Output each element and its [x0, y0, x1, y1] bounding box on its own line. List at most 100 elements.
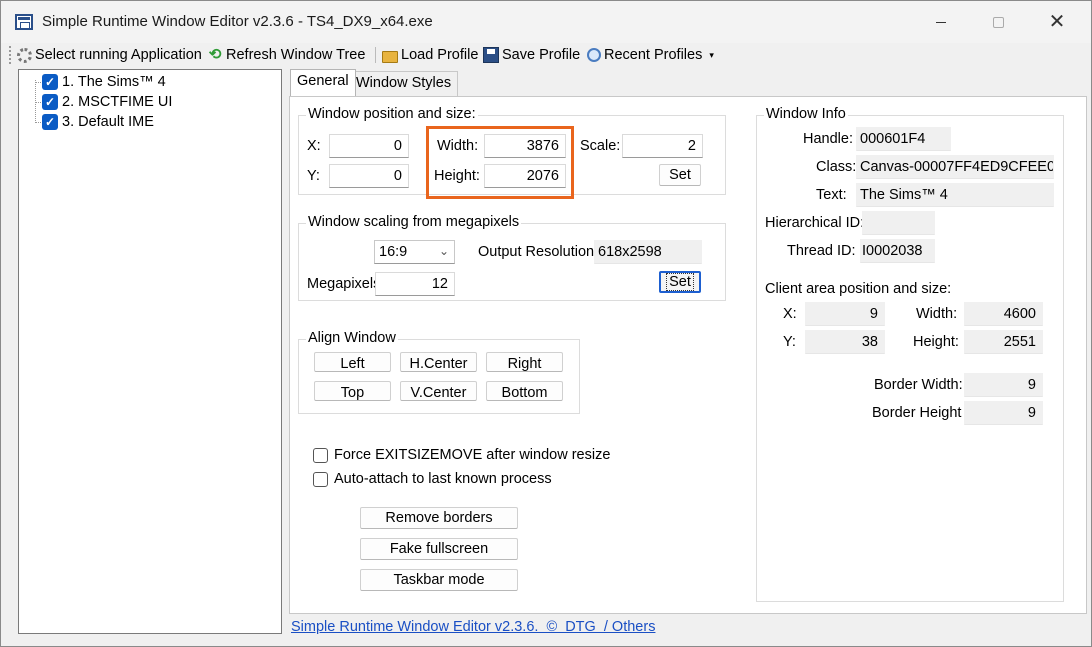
- tree-item-sims4[interactable]: ✓ 1. The Sims™ 4: [42, 72, 166, 92]
- toolbar: Select running Application ⟲ Refresh Win…: [1, 43, 1091, 67]
- fake-fullscreen-button[interactable]: Fake fullscreen: [360, 538, 518, 560]
- window-title: Simple Runtime Window Editor v2.3.6 - TS…: [42, 13, 433, 30]
- load-profile-label: Load Profile: [401, 47, 479, 63]
- scaling-set-label: Set: [666, 273, 694, 291]
- force-exitsizemove-checkbox[interactable]: Force EXITSIZEMOVE after window resize: [313, 447, 610, 463]
- dropdown-caret-icon: ▾: [709, 49, 714, 60]
- class-label: Class:: [816, 159, 857, 175]
- hierarchical-id-label: Hierarchical ID:: [765, 215, 865, 231]
- align-right-button[interactable]: Right: [486, 352, 563, 372]
- taskbar-mode-button[interactable]: Taskbar mode: [360, 569, 518, 591]
- align-hcenter-button[interactable]: H.Center: [400, 352, 477, 372]
- hierarchical-id-value: [862, 211, 935, 235]
- group-title: Window scaling from megapixels: [306, 214, 522, 230]
- window-tree[interactable]: ✓ 1. The Sims™ 4 ✓ 2. MSCTFIME UI ✓ 3. D…: [18, 69, 282, 634]
- client-width-label: Width:: [916, 306, 958, 322]
- app-window: Simple Runtime Window Editor v2.3.6 - TS…: [0, 0, 1092, 647]
- x-input[interactable]: 0: [329, 134, 409, 158]
- align-left-button[interactable]: Left: [314, 352, 391, 372]
- scaling-set-button[interactable]: Set: [659, 271, 701, 293]
- checkbox-checked-icon[interactable]: ✓: [42, 94, 58, 110]
- text-label: Text:: [816, 187, 847, 203]
- scale-label: Scale:: [580, 138, 621, 154]
- load-profile-button[interactable]: Load Profile: [382, 45, 478, 65]
- app-icon: [15, 14, 33, 30]
- group-title: Align Window: [306, 330, 398, 346]
- refresh-icon: ⟲: [208, 46, 222, 63]
- select-application-button[interactable]: Select running Application: [17, 45, 202, 65]
- auto-attach-checkbox[interactable]: Auto-attach to last known process: [313, 471, 552, 487]
- client-x-label: X:: [783, 306, 797, 322]
- checkbox-unchecked-icon[interactable]: [313, 447, 328, 463]
- align-window-group: Align Window: [298, 330, 580, 414]
- close-icon: ✕: [1048, 11, 1066, 33]
- align-vcenter-button[interactable]: V.Center: [400, 381, 477, 401]
- recent-profiles-label: Recent Profiles: [604, 47, 703, 63]
- close-button[interactable]: ✕: [1027, 1, 1087, 43]
- checkbox-checked-icon[interactable]: ✓: [42, 114, 58, 130]
- title-bar[interactable]: Simple Runtime Window Editor v2.3.6 - TS…: [1, 1, 1091, 43]
- highlight-box: [426, 126, 574, 199]
- tree-item-label: 2. MSCTFIME UI: [62, 94, 173, 110]
- client-y-value: 38: [805, 330, 885, 354]
- footer-link[interactable]: Simple Runtime Window Editor v2.3.6. © D…: [291, 619, 655, 635]
- maximize-button[interactable]: [968, 1, 1028, 43]
- output-resolution-label: Output Resolution:: [478, 244, 599, 260]
- border-width-value: 9: [964, 373, 1043, 397]
- text-value: The Sims™ 4: [856, 183, 1054, 207]
- handle-value: 000601F4: [856, 127, 951, 151]
- thread-id-value: I0002038: [860, 239, 935, 263]
- megapixels-input[interactable]: 12: [375, 272, 455, 296]
- client-y-label: Y:: [783, 334, 796, 350]
- floppy-save-icon: [483, 47, 499, 63]
- toolbar-separator: [375, 47, 376, 63]
- maximize-icon: [992, 16, 1004, 28]
- x-label: X:: [307, 138, 321, 154]
- save-profile-label: Save Profile: [502, 47, 581, 63]
- align-bottom-button[interactable]: Bottom: [486, 381, 563, 401]
- aspect-ratio-value: 16:9: [379, 244, 408, 260]
- tree-item-default-ime[interactable]: ✓ 3. Default IME: [42, 112, 154, 132]
- client-x-value: 9: [805, 302, 885, 326]
- minimize-icon: [936, 21, 946, 23]
- border-height-label: Border Height: [872, 405, 962, 421]
- gear-icon: [17, 47, 32, 63]
- border-width-label: Border Width:: [874, 377, 963, 393]
- client-width-value: 4600: [964, 302, 1043, 326]
- tab-general[interactable]: General: [290, 69, 356, 96]
- align-top-button[interactable]: Top: [314, 381, 391, 401]
- y-label: Y:: [307, 168, 320, 184]
- output-resolution-value: 618x2598: [594, 240, 702, 264]
- recent-profiles-dropdown[interactable]: Recent Profiles ▾: [587, 45, 714, 65]
- tree-item-msctfime[interactable]: ✓ 2. MSCTFIME UI: [42, 92, 172, 112]
- client-height-label: Height:: [913, 334, 959, 350]
- chevron-down-icon: ⌄: [438, 244, 449, 258]
- folder-open-icon: [382, 50, 398, 63]
- refresh-tree-button[interactable]: ⟲ Refresh Window Tree: [207, 45, 366, 65]
- position-set-button[interactable]: Set: [659, 164, 701, 186]
- border-height-value: 9: [964, 401, 1043, 425]
- group-title: Window position and size:: [306, 106, 478, 122]
- megapixels-label: Megapixels: [307, 276, 375, 292]
- remove-borders-button[interactable]: Remove borders: [360, 507, 518, 529]
- scale-input[interactable]: 2: [622, 134, 703, 158]
- recent-icon: [587, 48, 601, 62]
- client-height-value: 2551: [964, 330, 1043, 354]
- refresh-tree-label: Refresh Window Tree: [226, 47, 366, 63]
- force-exitsizemove-label: Force EXITSIZEMOVE after window resize: [334, 447, 611, 463]
- group-title: Window Info: [764, 106, 848, 122]
- save-profile-button[interactable]: Save Profile: [483, 45, 580, 65]
- checkbox-unchecked-icon[interactable]: [313, 471, 328, 487]
- thread-id-label: Thread ID:: [787, 243, 856, 259]
- toolbar-grip[interactable]: [9, 46, 13, 64]
- handle-label: Handle:: [803, 131, 853, 147]
- y-input[interactable]: 0: [329, 164, 409, 188]
- auto-attach-label: Auto-attach to last known process: [334, 471, 552, 487]
- tab-window-styles[interactable]: Window Styles: [349, 71, 459, 97]
- tree-item-label: 3. Default IME: [62, 114, 154, 130]
- client-area-title: Client area position and size:: [765, 281, 952, 297]
- tree-item-label: 1. The Sims™ 4: [62, 74, 166, 90]
- aspect-ratio-select[interactable]: 16:9 ⌄: [374, 240, 455, 264]
- checkbox-checked-icon[interactable]: ✓: [42, 74, 58, 90]
- minimize-button[interactable]: [911, 1, 971, 43]
